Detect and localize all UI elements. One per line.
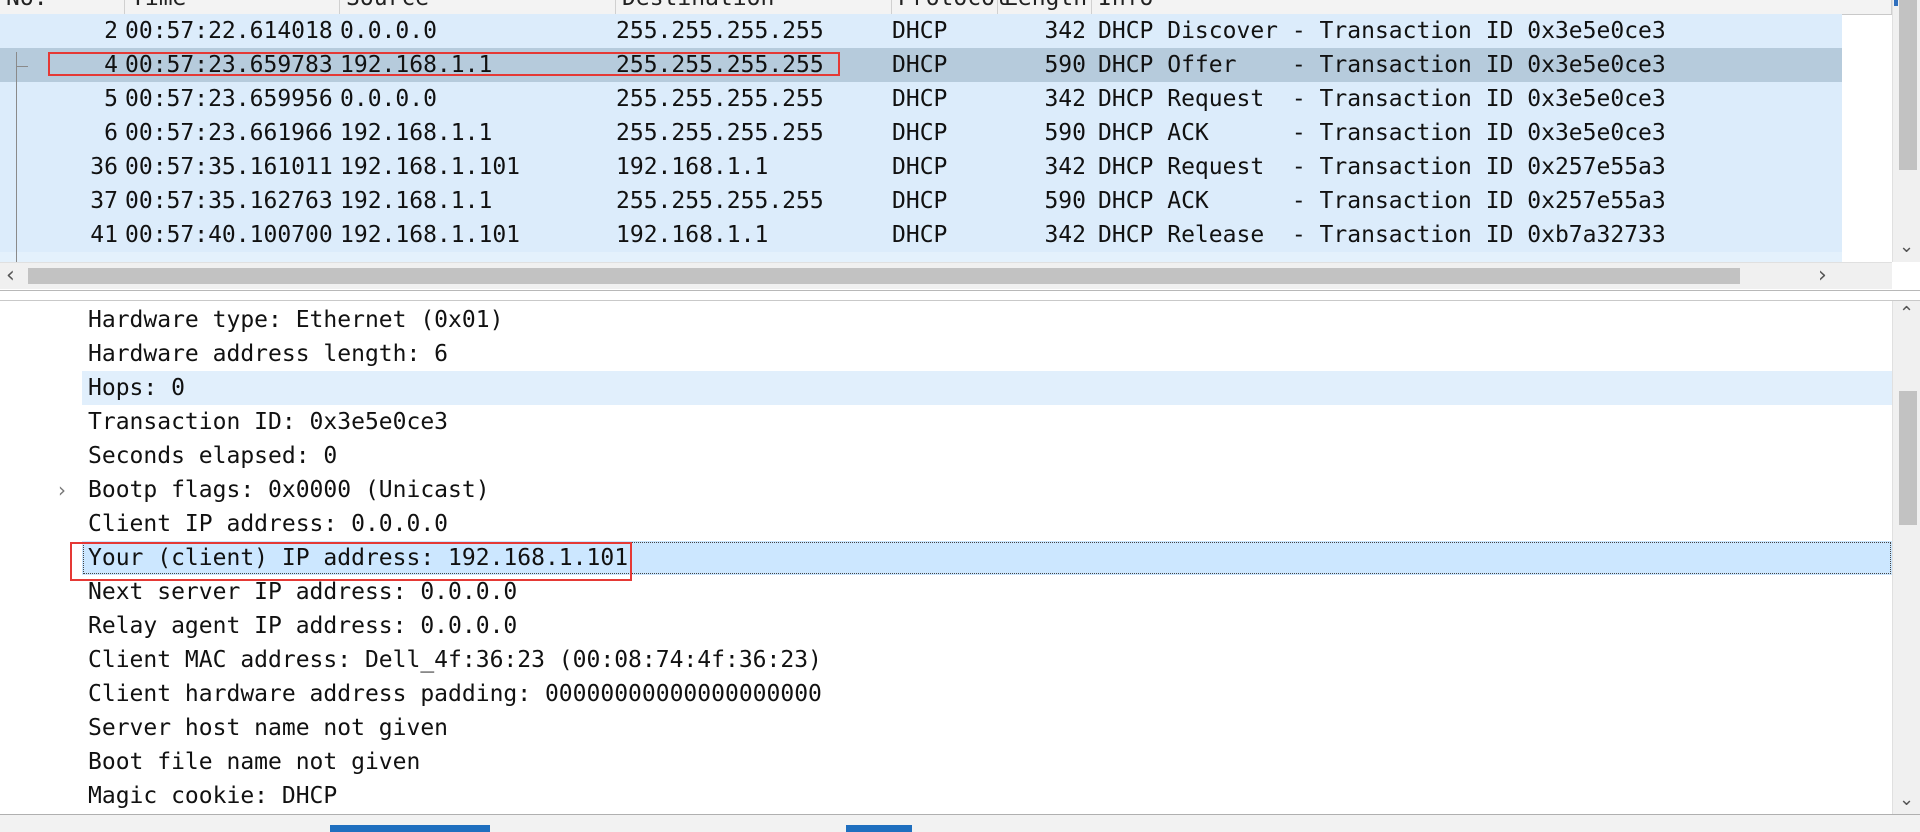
packet-destination: 255.255.255.255 [616, 120, 824, 146]
packet-list-vertical-scrollbar[interactable]: ⌄ [1892, 0, 1920, 262]
packet-length: 342 [1044, 154, 1086, 180]
packet-bytes-pane-edge [0, 814, 1920, 832]
packet-time: 00:57:22.614018 [125, 18, 333, 44]
packet-protocol: DHCP [892, 120, 948, 146]
scroll-down-arrow-icon[interactable]: ⌄ [1899, 236, 1914, 257]
packet-list-hscroll-thumb[interactable] [28, 268, 1740, 284]
detail-field[interactable]: Bootp flags: 0x0000 (Unicast) [82, 473, 1892, 507]
packet-destination: 255.255.255.255 [616, 52, 824, 78]
packet-number: 2 [104, 18, 118, 44]
column-header-time[interactable]: Time [125, 0, 340, 14]
chevron-right-icon[interactable]: › [52, 473, 72, 507]
packet-time: 00:57:35.161011 [125, 154, 333, 180]
packet-list-pane: No. Time Source Destination Protocol Len… [0, 0, 1920, 291]
scroll-up-arrow-icon[interactable]: ⌃ [1899, 303, 1914, 324]
packet-info: DHCP Release - Transaction ID 0xb7a32733 [1098, 222, 1666, 248]
column-header-no[interactable]: No. [0, 0, 125, 14]
packet-time: 00:57:35.162763 [125, 188, 333, 214]
packet-number: 4 [104, 52, 118, 78]
packet-protocol: DHCP [892, 188, 948, 214]
column-header-length[interactable]: Length [998, 0, 1092, 14]
packet-info: DHCP Offer - Transaction ID 0x3e5e0ce3 [1098, 52, 1666, 78]
packet-list-horizontal-scrollbar[interactable]: ‹ › [0, 262, 1892, 289]
packet-row[interactable]: 41 00:57:40.100700 192.168.1.101 192.168.1.… [0, 218, 1842, 252]
detail-field[interactable]: Relay agent IP address: 0.0.0.0 [82, 609, 1892, 643]
conversation-tree-branch [16, 66, 28, 67]
detail-field[interactable]: Client IP address: 0.0.0.0 [82, 507, 1892, 541]
column-header-destination[interactable]: Destination [616, 0, 892, 14]
packet-source: 192.168.1.101 [340, 222, 521, 248]
packet-row[interactable]: 4 00:57:23.659783 192.168.1.1 255.255.255.2… [0, 48, 1842, 82]
packet-destination: 255.255.255.255 [616, 86, 824, 112]
detail-field[interactable]: Your (client) IP address: 192.168.1.101 [82, 541, 1892, 575]
packet-protocol: DHCP [892, 52, 948, 78]
packet-number: 5 [104, 86, 118, 112]
packet-number: 36 [90, 154, 118, 180]
details-vertical-scrollbar[interactable]: ⌃ ⌄ [1892, 301, 1920, 815]
detail-field[interactable]: Hops: 0 [82, 371, 1892, 405]
packet-source: 192.168.1.101 [340, 154, 521, 180]
packet-length: 590 [1044, 52, 1086, 78]
packet-protocol: DHCP [892, 18, 948, 44]
packet-source: 192.168.1.1 [340, 52, 493, 78]
packet-details-pane: Hardware type: Ethernet (0x01) Hardware a… [0, 300, 1920, 815]
packet-row[interactable]: 6 00:57:23.661966 192.168.1.1 255.255.255.2… [0, 116, 1842, 150]
packet-source: 0.0.0.0 [340, 18, 437, 44]
column-header-info[interactable]: Info [1092, 0, 1892, 14]
packet-row[interactable]: 37 00:57:35.162763 192.168.1.1 255.255.255.… [0, 184, 1842, 218]
packet-info: DHCP ACK - Transaction ID 0x3e5e0ce3 [1098, 120, 1666, 146]
detail-field[interactable]: Transaction ID: 0x3e5e0ce3 [82, 405, 1892, 439]
packet-number: 37 [90, 188, 118, 214]
packet-time: 00:57:23.659783 [125, 52, 333, 78]
packet-protocol: DHCP [892, 222, 948, 248]
detail-field[interactable]: Next server IP address: 0.0.0.0 [82, 575, 1892, 609]
detail-field[interactable]: Server host name not given [82, 711, 1892, 745]
packet-info: DHCP Request - Transaction ID 0x257e55a3 [1098, 154, 1666, 180]
packet-source: 0.0.0.0 [340, 86, 437, 112]
packet-row[interactable]: 5 00:57:23.659956 0.0.0.0 255.255.255.255 DH… [0, 82, 1842, 116]
packet-row[interactable]: 2 00:57:22.614018 0.0.0.0 255.255.255.255 DH… [0, 14, 1842, 48]
detail-field[interactable]: Seconds elapsed: 0 [82, 439, 1892, 473]
packet-number: 6 [104, 120, 118, 146]
packet-source: 192.168.1.1 [340, 188, 493, 214]
packet-source: 192.168.1.1 [340, 120, 493, 146]
packet-length: 342 [1044, 18, 1086, 44]
packet-info: DHCP Request - Transaction ID 0x3e5e0ce3 [1098, 86, 1666, 112]
scrollbar-marker [1894, 0, 1898, 6]
details-vscroll-thumb[interactable] [1899, 391, 1917, 525]
packet-time: 00:57:40.100700 [125, 222, 333, 248]
detail-field[interactable]: Client MAC address: Dell_4f:36:23 (00:08… [82, 643, 1892, 677]
packet-destination: 192.168.1.1 [616, 154, 769, 180]
packet-row[interactable]: 36 00:57:35.161011 192.168.1.101 192.168.1.… [0, 150, 1842, 184]
packet-number: 41 [90, 222, 118, 248]
packet-destination: 255.255.255.255 [616, 18, 824, 44]
detail-field[interactable]: Client hardware address padding: 0000000… [82, 677, 1892, 711]
scroll-down-arrow-icon[interactable]: ⌄ [1899, 789, 1914, 810]
packet-length: 342 [1044, 222, 1086, 248]
packet-list-header: No. Time Source Destination Protocol Len… [0, 0, 1892, 15]
packet-protocol: DHCP [892, 154, 948, 180]
packet-list-vscroll-thumb[interactable] [1899, 0, 1917, 170]
column-header-protocol[interactable]: Protocol [892, 0, 1009, 14]
packet-length: 590 [1044, 188, 1086, 214]
packet-protocol: DHCP [892, 86, 948, 112]
scroll-left-arrow-icon[interactable]: ‹ [6, 263, 15, 289]
packet-destination: 192.168.1.1 [616, 222, 769, 248]
packet-length: 342 [1044, 86, 1086, 112]
packet-time: 00:57:23.661966 [125, 120, 333, 146]
detail-field[interactable]: Hardware address length: 6 [82, 337, 1892, 371]
packet-info: DHCP ACK - Transaction ID 0x257e55a3 [1098, 188, 1666, 214]
detail-field[interactable]: Hardware type: Ethernet (0x01) [82, 303, 1892, 337]
packet-destination: 255.255.255.255 [616, 188, 824, 214]
packet-info: DHCP Discover - Transaction ID 0x3e5e0ce… [1098, 18, 1666, 44]
detail-field[interactable]: Boot file name not given [82, 745, 1892, 779]
column-header-source[interactable]: Source [340, 0, 616, 14]
detail-field[interactable]: Magic cookie: DHCP [82, 779, 1892, 813]
packet-length: 590 [1044, 120, 1086, 146]
conversation-tree-line [16, 52, 17, 264]
packet-rows: 2 00:57:22.614018 0.0.0.0 255.255.255.255 DH… [0, 14, 1842, 262]
scroll-right-arrow-icon[interactable]: › [1818, 263, 1827, 289]
packet-time: 00:57:23.659956 [125, 86, 333, 112]
